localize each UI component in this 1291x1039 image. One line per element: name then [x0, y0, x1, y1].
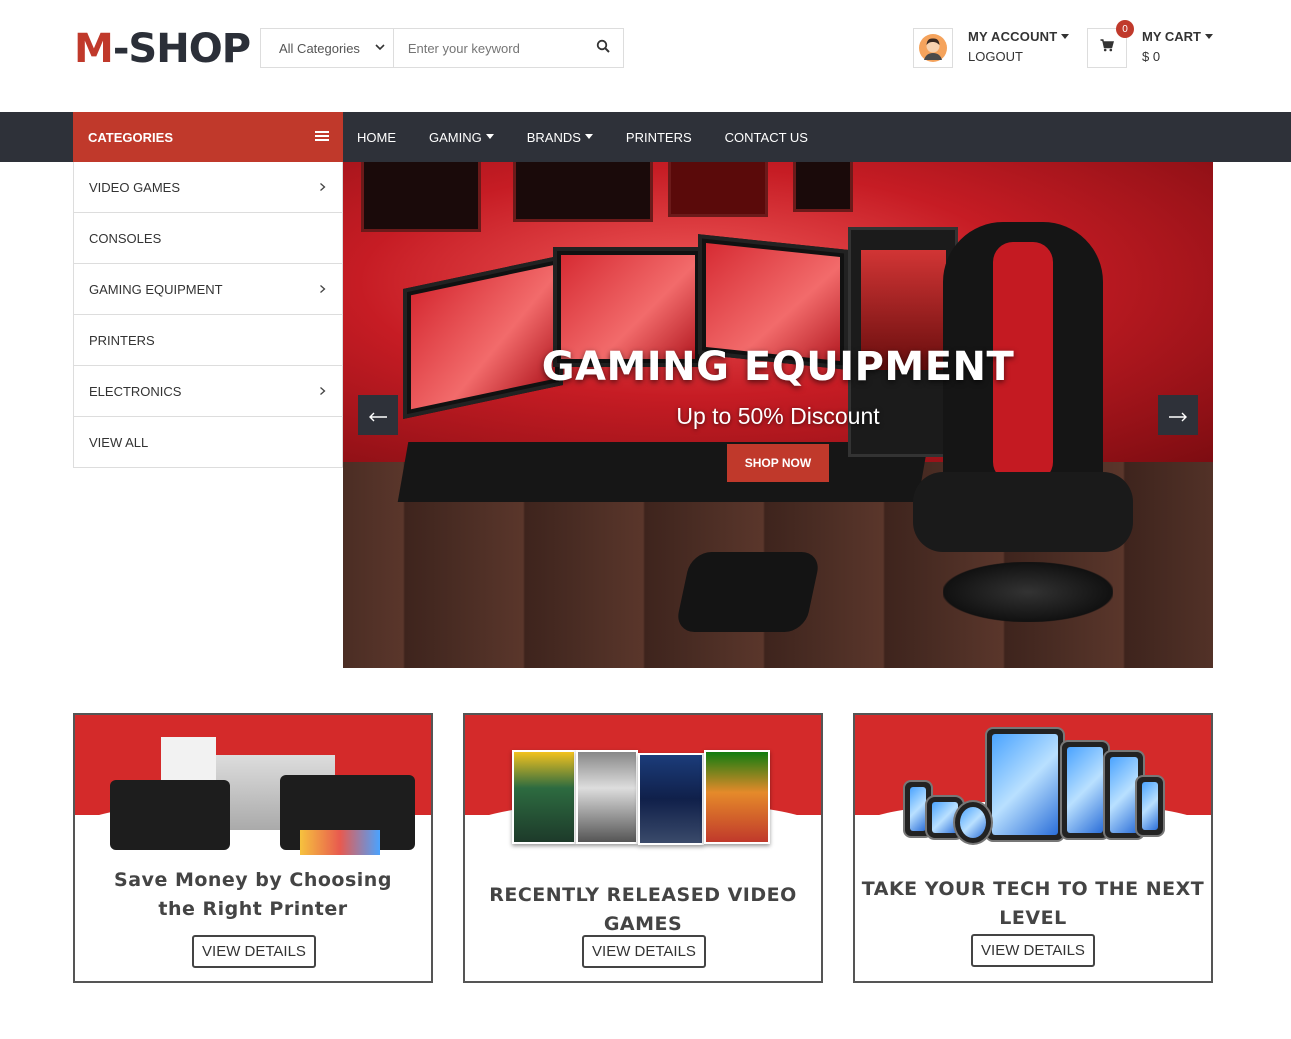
wall-poster	[668, 162, 768, 217]
my-account-label: MY ACCOUNT	[968, 29, 1058, 44]
search-input[interactable]	[393, 29, 584, 67]
my-cart-label: MY CART	[1142, 29, 1201, 44]
site-header: M-SHOP All Categories MY ACCOUNT LOGOUT	[0, 0, 1291, 112]
caret-down-icon	[485, 133, 494, 139]
menu-lines-icon	[315, 130, 329, 145]
slider-next-button[interactable]	[1158, 395, 1198, 435]
category-select-value: All Categories	[279, 40, 360, 56]
user-avatar-icon	[919, 34, 947, 62]
sidebar-item-consoles[interactable]: CONSOLES	[74, 213, 342, 264]
hero-subtitle: Up to 50% Discount	[676, 403, 880, 429]
categories-toggle[interactable]: CATEGORIES	[73, 112, 343, 162]
nav-menu: HOME GAMING BRANDS PRINTERS CONTACT US	[343, 112, 827, 162]
chevron-right-icon	[319, 281, 326, 297]
promo-card-tech[interactable]: TAKE YOUR TECH TO THE NEXT LEVEL VIEW DE…	[853, 713, 1213, 983]
my-cart-link[interactable]: MY CART	[1142, 29, 1213, 44]
view-details-button[interactable]: VIEW DETAILS	[971, 934, 1095, 967]
view-details-button[interactable]: VIEW DETAILS	[192, 935, 316, 968]
game-cover-image	[704, 750, 770, 844]
search-button[interactable]	[584, 29, 623, 67]
cart-total: $ 0	[1142, 49, 1161, 64]
sidebar-item-printers[interactable]: PRINTERS	[74, 315, 342, 366]
game-cover-image	[638, 753, 704, 845]
chevron-right-icon	[319, 383, 326, 399]
logo-text: -SHOP	[112, 26, 251, 72]
sidebar-item-gaming-equipment[interactable]: GAMING EQUIPMENT	[74, 264, 342, 315]
slider-prev-button[interactable]	[358, 395, 398, 435]
chevron-right-icon	[319, 179, 326, 195]
search-bar: All Categories	[260, 28, 624, 68]
view-details-button[interactable]: VIEW DETAILS	[582, 935, 706, 968]
logo-letter: M	[74, 26, 114, 72]
account-menu[interactable]: MY ACCOUNT LOGOUT	[913, 28, 1083, 68]
logout-link[interactable]: LOGOUT	[968, 49, 1023, 64]
category-sidebar: VIDEO GAMES CONSOLES GAMING EQUIPMENT PR…	[73, 162, 343, 468]
card-line-1: TAKE YOUR TECH TO THE NEXT LEVEL	[861, 878, 1205, 929]
promo-card-video-games[interactable]: RECENTLY RELEASED VIDEO GAMES VIEW DETAI…	[463, 713, 823, 983]
printer-image	[110, 780, 230, 850]
hero-title: GAMING EQUIPMENT	[541, 344, 1015, 390]
paper-image	[161, 737, 216, 782]
game-cover-image	[576, 750, 638, 844]
sidebar-item-view-all[interactable]: VIEW ALL	[74, 417, 342, 467]
cart-widget[interactable]: 0 MY CART $ 0	[1087, 20, 1217, 68]
nav-item-brands[interactable]: BRANDS	[513, 112, 607, 162]
wall-poster	[793, 162, 853, 212]
hero-slider: GAMING EQUIPMENT Up to 50% Discount SHOP…	[343, 162, 1213, 668]
nav-item-home[interactable]: HOME	[343, 112, 410, 162]
categories-label: CATEGORIES	[88, 129, 173, 145]
sidebar-item-label: GAMING EQUIPMENT	[89, 281, 223, 297]
caret-down-icon	[584, 133, 593, 139]
avatar[interactable]	[913, 28, 953, 68]
site-logo[interactable]: M-SHOP	[74, 26, 251, 72]
card-line-2: the Right Printer	[158, 898, 348, 920]
footrest-image	[674, 552, 822, 632]
cart-count-badge: 0	[1116, 20, 1134, 38]
search-icon	[596, 39, 611, 58]
wall-poster	[513, 162, 653, 222]
card-line-1: RECENTLY RELEASED VIDEO GAMES	[489, 884, 797, 935]
nav-item-label: CONTACT US	[724, 129, 808, 145]
my-account-link[interactable]: MY ACCOUNT	[968, 29, 1070, 44]
nav-item-label: HOME	[357, 129, 396, 145]
sidebar-item-label: PRINTERS	[89, 332, 155, 348]
nav-item-label: GAMING	[429, 129, 482, 145]
card-line-1: Save Money by Choosing	[114, 869, 392, 891]
sidebar-item-label: VIEW ALL	[89, 434, 149, 450]
caret-down-icon	[1061, 34, 1070, 40]
phone-image	[1135, 775, 1165, 837]
cart-icon	[1100, 39, 1114, 57]
nav-item-label: PRINTERS	[625, 129, 692, 145]
wall-poster	[361, 162, 481, 232]
main-navbar: CATEGORIES HOME GAMING BRANDS PRINTERS C…	[0, 112, 1291, 162]
sidebar-item-label: CONSOLES	[89, 230, 162, 246]
sidebar-item-electronics[interactable]: ELECTRONICS	[74, 366, 342, 417]
nav-item-contact-us[interactable]: CONTACT US	[711, 112, 822, 162]
smartwatch-image	[953, 800, 993, 845]
category-select[interactable]: All Categories	[261, 29, 394, 67]
nav-item-label: BRANDS	[526, 129, 581, 145]
arrow-left-icon	[368, 402, 388, 428]
shop-now-button[interactable]: SHOP NOW	[727, 444, 829, 482]
sidebar-item-video-games[interactable]: VIDEO GAMES	[74, 162, 342, 213]
photo-prints-image	[300, 830, 380, 855]
nav-item-printers[interactable]: PRINTERS	[612, 112, 706, 162]
caret-down-icon	[1204, 34, 1213, 40]
sidebar-item-label: VIDEO GAMES	[89, 179, 181, 195]
nav-item-gaming[interactable]: GAMING	[415, 112, 508, 162]
tablet-image	[985, 727, 1065, 842]
chevron-down-icon	[375, 42, 385, 55]
promo-card-printers[interactable]: Save Money by Choosing the Right Printer…	[73, 713, 433, 983]
game-cover-image	[512, 750, 576, 844]
sidebar-item-label: ELECTRONICS	[89, 383, 182, 399]
gaming-chair-image	[903, 222, 1133, 642]
arrow-right-icon	[1168, 402, 1188, 428]
